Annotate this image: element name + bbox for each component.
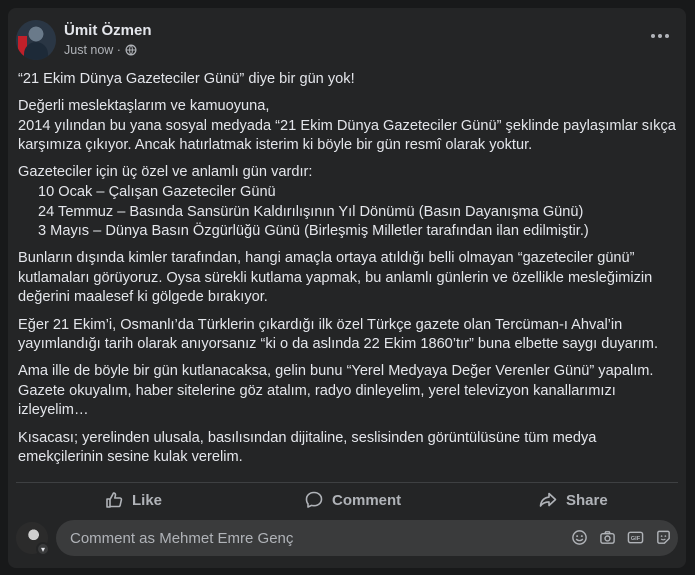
sticker-icon[interactable] <box>654 528 672 546</box>
list-item: 24 Temmuz – Basında Sansürün Kaldırılışı… <box>38 203 584 220</box>
gif-icon[interactable]: GIF <box>626 528 644 546</box>
post-time[interactable]: Just now · <box>64 43 121 57</box>
post-actions: Like Comment Share <box>16 482 678 510</box>
post-header: Ümit Özmen Just now · <box>16 18 678 62</box>
post-meta: Just now · <box>64 43 137 57</box>
comment-input[interactable]: Comment as Mehmet Emre Genç GIF <box>56 520 678 556</box>
globe-icon[interactable] <box>125 44 137 56</box>
share-label: Share <box>566 491 608 509</box>
comment-placeholder: Comment as Mehmet Emre Genç <box>70 529 294 547</box>
comment-tools: GIF <box>570 528 672 546</box>
more-options-icon[interactable] <box>646 26 674 46</box>
comment-composer: ▾ Comment as Mehmet Emre Genç GIF <box>16 520 678 560</box>
post-paragraph: Ama ille de böyle bir gün kutlanacaksa, … <box>18 363 654 419</box>
post-paragraph: Gazeteciler için üç özel ve anlamlı gün … <box>18 163 678 241</box>
comment-bubble-icon <box>305 491 323 508</box>
post-paragraph: Değerli meslektaşlarım ve kamuoyuna, 201… <box>18 97 678 156</box>
thumbs-up-icon <box>106 492 123 508</box>
share-arrow-icon <box>539 492 557 507</box>
share-button[interactable]: Share <box>538 489 608 511</box>
emoji-icon[interactable] <box>570 528 588 546</box>
comment-label: Comment <box>332 491 402 509</box>
author-avatar[interactable] <box>16 20 56 60</box>
author-name[interactable]: Ümit Özmen <box>64 22 152 39</box>
svg-text:GIF: GIF <box>630 535 640 541</box>
comment-button[interactable]: Comment <box>304 489 401 511</box>
list-item: 10 Ocak – Çalışan Gazeteciler Günü <box>38 183 276 200</box>
post-line: Değerli meslektaşlarım ve kamuoyuna, <box>18 98 270 115</box>
post-paragraph: “21 Ekim Dünya Gazeteciler Günü” diye bi… <box>18 71 355 87</box>
post-card: Ümit Özmen Just now · “21 Ekim Dünya Gaz… <box>8 8 686 568</box>
post-line: 2014 yılından bu yana sosyal medyada “21… <box>18 117 676 154</box>
list-item: 3 Mayıs – Dünya Basın Özgürlüğü Günü (Bi… <box>38 223 589 240</box>
like-label: Like <box>132 491 163 509</box>
post-text: “21 Ekim Dünya Gazeteciler Günü” diye bi… <box>18 70 678 475</box>
camera-icon[interactable] <box>598 528 616 546</box>
post-paragraph: Kısacası; yerelinden ulusala, basılısınd… <box>18 429 597 466</box>
like-button[interactable]: Like <box>104 489 162 511</box>
post-paragraph: Bunların dışında kimler tarafından, hang… <box>18 250 653 306</box>
post-line: Gazeteciler için üç özel ve anlamlı gün … <box>18 164 313 181</box>
chevron-down-icon[interactable]: ▾ <box>36 542 50 556</box>
post-paragraph: Eğer 21 Ekim’i, Osmanlı’da Türklerin çık… <box>18 316 659 353</box>
flag-decoration <box>18 36 27 56</box>
